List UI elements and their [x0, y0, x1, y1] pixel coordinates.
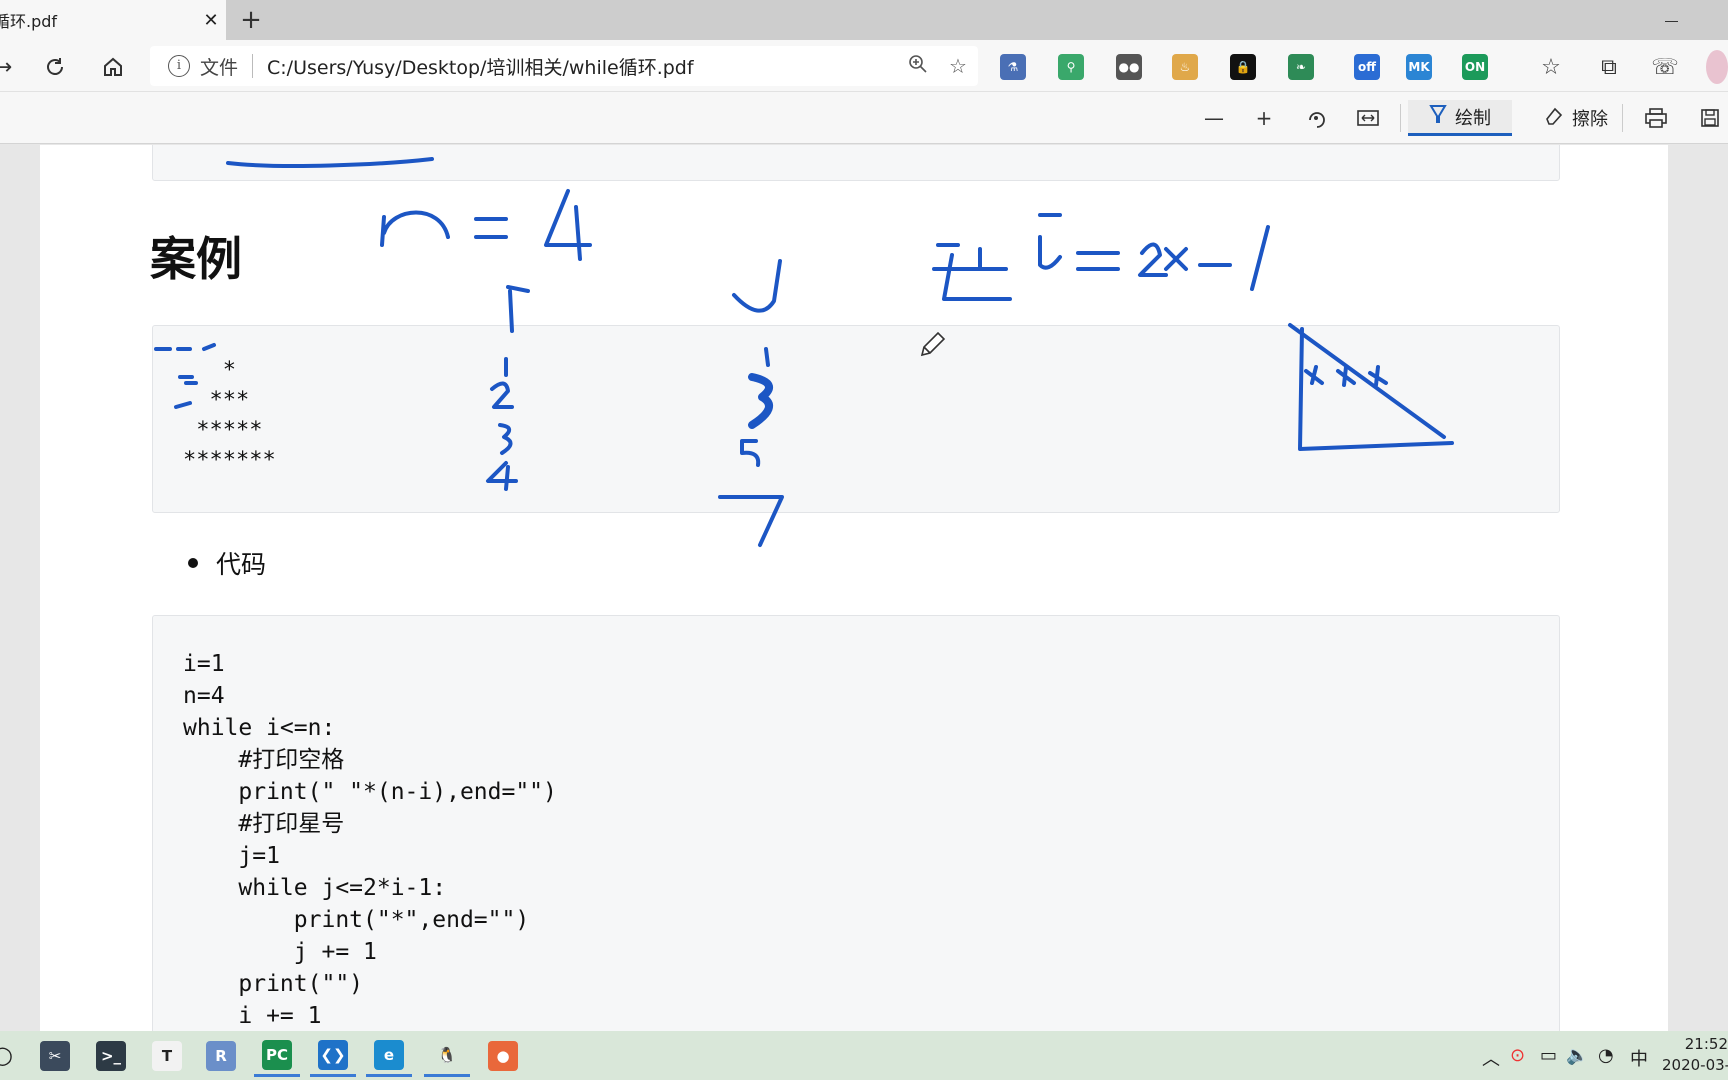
refresh-icon[interactable] [38, 50, 72, 84]
pdf-toolbar-divider [1622, 104, 1623, 132]
taskbar-terminal-app-icon: >_ [96, 1041, 126, 1071]
pdf-viewer[interactable]: 案例 * *** ***** ******* 代码 i=1 n=4 while … [0, 145, 1728, 1031]
home-icon[interactable] [96, 50, 130, 84]
taskbar-typora-app[interactable]: T [144, 1035, 190, 1077]
tab-pdf[interactable]: 循环.pdf ✕ [0, 0, 226, 40]
mk-extension-icon[interactable]: MK [1406, 54, 1432, 80]
tab-close-icon[interactable]: ✕ [196, 10, 226, 31]
brain-extension-icon[interactable]: ♨ [1172, 54, 1198, 80]
address-scheme-label: 文件 [200, 56, 239, 79]
pattern-block: * *** ***** ******* [152, 325, 1560, 513]
rotate-icon[interactable] [1298, 100, 1334, 136]
off-extension-icon[interactable]: off [1354, 54, 1380, 80]
new-tab-button[interactable]: + [236, 5, 266, 35]
taskbar-qq-app[interactable]: 🐧 [424, 1035, 470, 1077]
collections-icon[interactable]: ⧉ [1592, 50, 1626, 84]
clock[interactable]: 21:52 2020-03- [1662, 1034, 1728, 1076]
eraser-icon [1544, 106, 1564, 131]
previous-code-block [152, 145, 1560, 181]
draw-icon [1429, 104, 1447, 129]
forward-icon[interactable]: → [0, 50, 20, 84]
minimize-window-button[interactable] [1660, 8, 1684, 32]
taskbar-typora-app-icon: T [152, 1041, 182, 1071]
taskbar-vscode-app-icon: ❮❯ [318, 1039, 348, 1070]
zoom-out-icon[interactable]: — [1196, 100, 1232, 136]
leaf-extension-icon[interactable]: ❧ [1288, 54, 1314, 80]
tampermonkey-extension-icon[interactable]: ●● [1116, 54, 1142, 80]
section-heading: 案例 [150, 232, 242, 286]
pencil-cursor-icon [918, 329, 948, 363]
browser-toolbar: → i 文件 C:/Users/Yusy/Desktop/培训相关/while循… [0, 40, 1728, 92]
profile-avatar[interactable] [1706, 50, 1728, 84]
save-icon[interactable] [1692, 100, 1728, 136]
taskbar: ○ ✂ >_ T R PC ❮❯ e 🐧 ● ︿ ⊙ ▭ 🔈 ◔ 中 21:52 2020-03… [0, 1031, 1728, 1080]
erase-label: 擦除 [1572, 109, 1608, 130]
tray-record-icon[interactable]: ⊙ [1510, 1045, 1525, 1066]
tab-title: 循环.pdf [0, 12, 58, 31]
volume-icon[interactable]: 🔈 [1566, 1045, 1588, 1066]
pdf-page: 案例 * *** ***** ******* 代码 i=1 n=4 while … [40, 145, 1668, 1031]
on-extension-icon[interactable]: ON [1462, 54, 1488, 80]
taskbar-edge-beta-app-icon: e [374, 1039, 404, 1070]
clock-time: 21:52 [1684, 1035, 1728, 1053]
lock-extension-icon[interactable]: 🔒 [1230, 54, 1256, 80]
draw-label: 绘制 [1455, 107, 1491, 129]
erase-button[interactable]: 擦除 [1524, 100, 1628, 136]
taskbar-recorder-app-icon: ● [488, 1041, 518, 1071]
favorites-icon[interactable]: ☆ [1534, 50, 1568, 84]
taskbar-qq-app-icon: 🐧 [432, 1039, 462, 1070]
clock-date: 2020-03- [1662, 1056, 1728, 1074]
taskbar-pycharm-app[interactable]: PC [254, 1035, 300, 1077]
bullet-item: 代码 [188, 545, 266, 581]
microscope-extension-icon[interactable]: ⚗ [1000, 54, 1026, 80]
taskbar-r-app[interactable]: R [198, 1035, 244, 1077]
taskbar-terminal-app[interactable]: >_ [88, 1035, 134, 1077]
star-pattern-text: * *** ***** ******* [183, 358, 276, 473]
code-block: i=1 n=4 while i<=n: #打印空格 print(" "*(n-i… [152, 615, 1560, 1031]
favorite-star-icon[interactable]: ☆ [938, 54, 978, 78]
code-text: i=1 n=4 while i<=n: #打印空格 print(" "*(n-i… [183, 651, 557, 1029]
wifi-icon[interactable]: ◔ [1598, 1045, 1614, 1066]
print-icon[interactable] [1638, 100, 1674, 136]
address-divider [252, 54, 254, 78]
fit-width-icon[interactable] [1350, 100, 1386, 136]
search-icon[interactable]: ○ [0, 1041, 13, 1069]
taskbar-r-app-icon: R [206, 1041, 236, 1071]
taskbar-snip-app[interactable]: ✂ [32, 1035, 78, 1077]
taskbar-snip-app-icon: ✂ [40, 1041, 70, 1071]
tab-strip: 循环.pdf ✕ + [0, 0, 1728, 40]
zoom-icon[interactable] [898, 54, 938, 79]
address-bar[interactable]: i 文件 C:/Users/Yusy/Desktop/培训相关/while循环.… [150, 46, 978, 86]
address-url[interactable]: C:/Users/Yusy/Desktop/培训相关/while循环.pdf [267, 53, 898, 80]
pdf-toolbar-divider [1400, 104, 1401, 132]
zoom-in-icon[interactable]: + [1246, 100, 1282, 136]
taskbar-pycharm-app-icon: PC [262, 1039, 292, 1070]
search-extension-icon[interactable]: ⚲ [1058, 54, 1084, 80]
tray-expand-icon[interactable]: ︿ [1482, 1045, 1500, 1071]
battery-icon[interactable]: ▭ [1540, 1045, 1557, 1066]
taskbar-vscode-app[interactable]: ❮❯ [310, 1035, 356, 1077]
pdf-toolbar: — + 绘制 擦除 [0, 92, 1728, 144]
taskbar-recorder-app[interactable]: ● [480, 1035, 526, 1077]
feedback-icon[interactable]: ☏ [1648, 50, 1682, 84]
ime-indicator[interactable]: 中 [1630, 1045, 1648, 1071]
info-icon[interactable]: i [168, 55, 190, 77]
taskbar-edge-beta-app[interactable]: e [366, 1035, 412, 1077]
bullet-dot [188, 558, 198, 568]
bullet-text: 代码 [216, 550, 267, 579]
draw-button[interactable]: 绘制 [1408, 100, 1512, 136]
